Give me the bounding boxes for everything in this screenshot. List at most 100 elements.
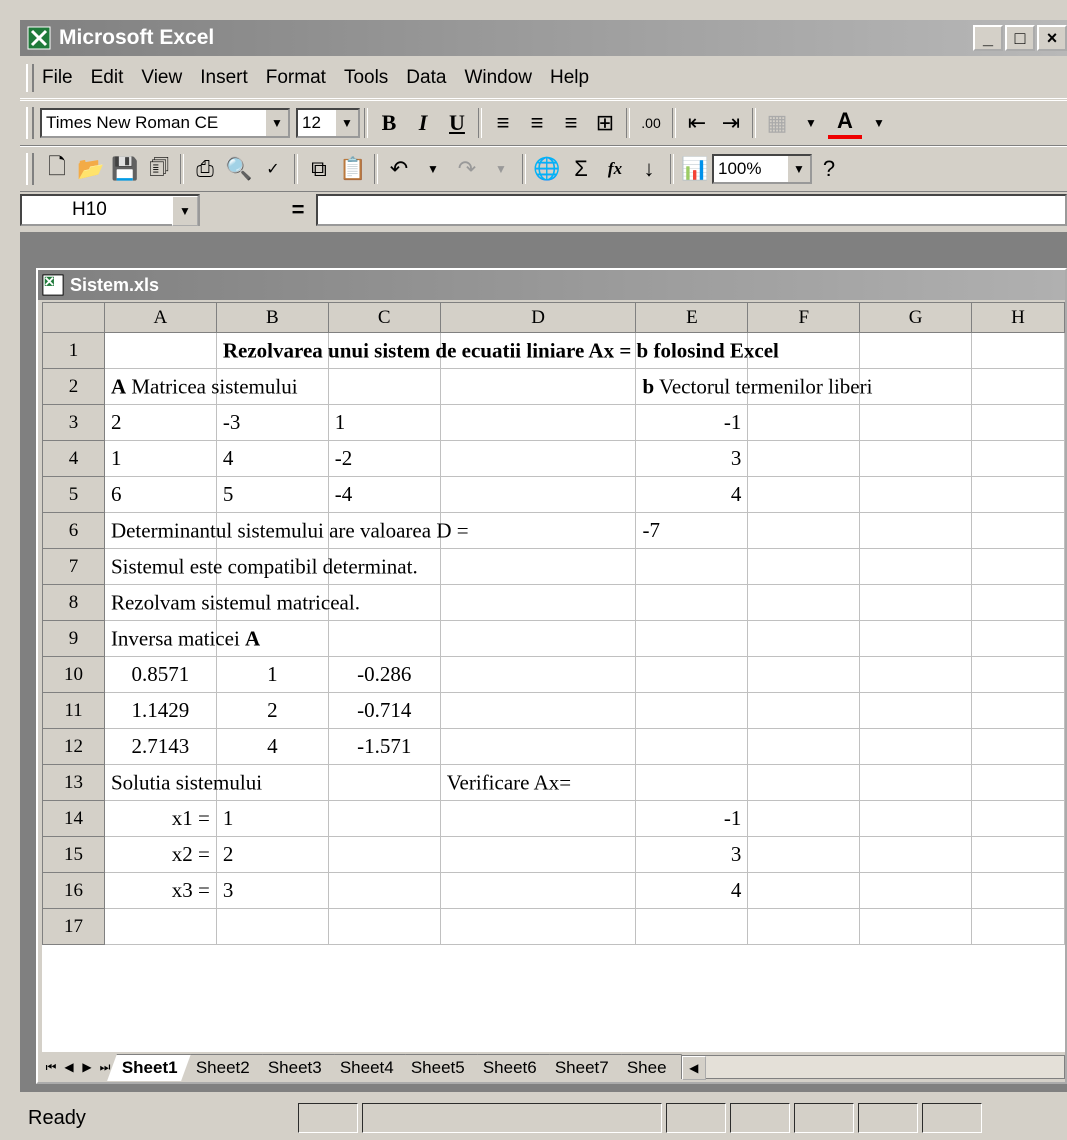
cell-g9[interactable] (859, 620, 973, 657)
align-center-icon[interactable]: ≡ (520, 106, 554, 140)
maximize-button[interactable]: □ (1005, 25, 1035, 51)
edit-formula-button[interactable]: = (280, 194, 316, 226)
cell-g3[interactable] (859, 404, 973, 441)
cell-g7[interactable] (859, 548, 973, 585)
menu-edit[interactable]: Edit (91, 67, 124, 89)
cell-a5[interactable]: 6 (103, 476, 217, 513)
menu-tools[interactable]: Tools (344, 67, 388, 89)
cell-a12[interactable]: 2.7143 (103, 728, 217, 765)
cell-e13[interactable] (635, 764, 749, 801)
cell-d9[interactable] (439, 620, 637, 657)
print-preview-icon[interactable]: 🔍 (222, 152, 256, 186)
borders-icon[interactable]: ▦ (760, 106, 794, 140)
italic-button[interactable]: I (406, 106, 440, 140)
chart-wizard-icon[interactable]: 📊 (678, 152, 712, 186)
cell-a16[interactable]: x3 = (103, 872, 217, 909)
font-name-select[interactable]: Times New Roman CE ▼ (40, 108, 290, 138)
menu-insert[interactable]: Insert (200, 67, 248, 89)
cell-c17[interactable] (327, 908, 441, 945)
cell-f7[interactable] (747, 548, 861, 585)
chevron-down-icon[interactable]: ▼ (484, 152, 518, 186)
cell-a2[interactable]: A Matricea sistemului (103, 368, 298, 405)
cell-b12[interactable]: 4 (215, 728, 329, 765)
cell-c11[interactable]: -0.714 (327, 692, 441, 729)
cell-f10[interactable] (747, 656, 861, 693)
cell-h1[interactable] (971, 332, 1065, 369)
cell-f15[interactable] (747, 836, 861, 873)
cell-h11[interactable] (971, 692, 1065, 729)
cell-c15[interactable] (327, 836, 441, 873)
cell-e10[interactable] (635, 656, 749, 693)
cell-a9[interactable]: Inversa maticei A (103, 620, 260, 657)
menu-help[interactable]: Help (550, 67, 589, 89)
row-header[interactable]: 2 (42, 368, 105, 405)
cell-e15[interactable]: 3 (635, 836, 749, 873)
cell-e6[interactable]: -7 (635, 512, 749, 549)
cell-f13[interactable] (747, 764, 861, 801)
row-header[interactable]: 17 (42, 908, 105, 945)
column-header-d[interactable]: D (439, 302, 637, 333)
cell-a14[interactable]: x1 = (103, 800, 217, 837)
cell-h9[interactable] (971, 620, 1065, 657)
tab-sheet7[interactable]: Sheet7 (540, 1053, 625, 1081)
cell-f8[interactable] (747, 584, 861, 621)
cell-g16[interactable] (859, 872, 973, 909)
minimize-button[interactable]: _ (973, 25, 1003, 51)
row-header[interactable]: 9 (42, 620, 105, 657)
column-header-h[interactable]: H (971, 302, 1065, 333)
row-header[interactable]: 5 (42, 476, 105, 513)
row-header[interactable]: 1 (42, 332, 105, 369)
cell-f6[interactable] (747, 512, 861, 549)
row-header[interactable]: 14 (42, 800, 105, 837)
row-header[interactable]: 4 (42, 440, 105, 477)
cell-d5[interactable] (439, 476, 637, 513)
cell-a11[interactable]: 1.1429 (103, 692, 217, 729)
cell-e17[interactable] (635, 908, 749, 945)
tab-sheet8[interactable]: Shee (612, 1053, 682, 1081)
save-icon[interactable]: 💾 (108, 152, 142, 186)
cell-f5[interactable] (747, 476, 861, 513)
cell-f3[interactable] (747, 404, 861, 441)
cell-h8[interactable] (971, 584, 1065, 621)
help-icon[interactable]: ? (812, 152, 846, 186)
cell-d13[interactable]: Verificare Ax= (439, 764, 637, 801)
cell-c12[interactable]: -1.571 (327, 728, 441, 765)
tab-sheet4[interactable]: Sheet4 (324, 1053, 409, 1081)
cell-h7[interactable] (971, 548, 1065, 585)
bold-button[interactable]: B (372, 106, 406, 140)
cell-b14[interactable]: 1 (215, 800, 329, 837)
row-header[interactable]: 12 (42, 728, 105, 765)
cell-c13[interactable] (327, 764, 441, 801)
menu-file[interactable]: File (42, 67, 73, 89)
cell-b15[interactable]: 2 (215, 836, 329, 873)
row-header[interactable]: 6 (42, 512, 105, 549)
column-header-a[interactable]: A (103, 302, 217, 333)
cell-d15[interactable] (439, 836, 637, 873)
web-page-icon[interactable]: 🗊 (142, 152, 176, 186)
chevron-down-icon[interactable]: ▼ (416, 152, 450, 186)
undo-icon[interactable]: ↶ (382, 152, 416, 186)
hyperlink-globe-icon[interactable]: 🌐 (530, 152, 564, 186)
zoom-select[interactable]: 100% ▼ (712, 154, 812, 184)
cell-h14[interactable] (971, 800, 1065, 837)
cell-d10[interactable] (439, 656, 637, 693)
cell-c3[interactable]: 1 (327, 404, 441, 441)
cell-g5[interactable] (859, 476, 973, 513)
open-folder-icon[interactable]: 📂 (74, 152, 108, 186)
select-all-corner[interactable] (42, 302, 105, 333)
menu-format[interactable]: Format (266, 67, 326, 89)
cell-f11[interactable] (747, 692, 861, 729)
cell-b5[interactable]: 5 (215, 476, 329, 513)
cell-d6[interactable] (439, 512, 637, 549)
cell-d11[interactable] (439, 692, 637, 729)
underline-button[interactable]: U (440, 106, 474, 140)
cell-b17[interactable] (215, 908, 329, 945)
cell-a15[interactable]: x2 = (103, 836, 217, 873)
cell-a8[interactable]: Rezolvam sistemul matriceal. (103, 584, 360, 621)
row-header[interactable]: 8 (42, 584, 105, 621)
chevron-down-icon[interactable]: ▼ (172, 196, 198, 226)
font-color-icon[interactable]: A (828, 107, 862, 139)
cell-b11[interactable]: 2 (215, 692, 329, 729)
cell-g13[interactable] (859, 764, 973, 801)
menu-view[interactable]: View (141, 67, 182, 89)
